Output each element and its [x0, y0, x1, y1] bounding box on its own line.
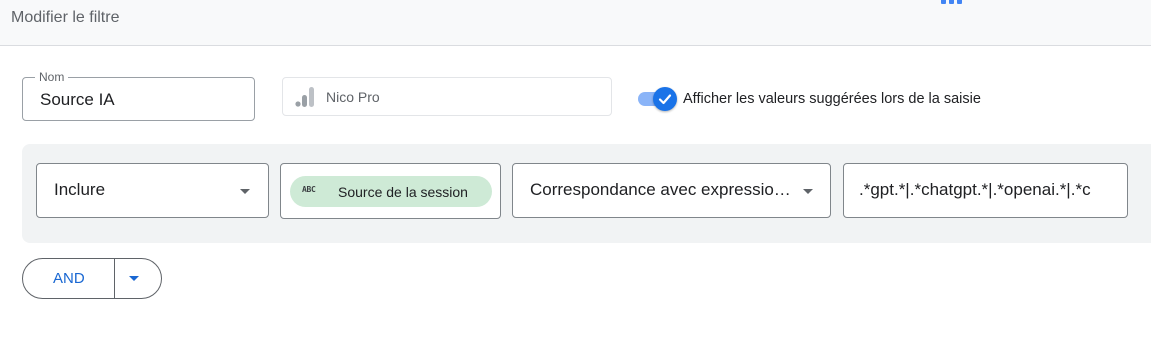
expression-input[interactable]: .*gpt.*|.*chatgpt.*|.*openai.*|.*c: [843, 163, 1128, 218]
caret-down-icon: [803, 189, 813, 194]
name-field-value[interactable]: Source IA: [40, 90, 115, 110]
suggestions-toggle[interactable]: [637, 86, 679, 112]
analytics-icon: [295, 87, 314, 107]
match-type-value: Correspondance avec expressio…: [530, 180, 791, 199]
dialog-header: Modifier le filtre: [0, 0, 1151, 46]
match-type-select[interactable]: Correspondance avec expressio…: [512, 163, 831, 218]
suggestions-toggle-label: Afficher les valeurs suggérées lors de l…: [683, 91, 981, 107]
caret-down-icon: [240, 189, 250, 194]
dimension-chip[interactable]: ABC Source de la session: [290, 176, 492, 207]
property-name: Nico Pro: [326, 89, 380, 105]
caret-down-icon[interactable]: [129, 276, 139, 281]
dimension-selector[interactable]: ABC Source de la session: [280, 163, 501, 219]
more-icon[interactable]: [941, 0, 967, 4]
name-field-label: Nom: [35, 70, 69, 84]
dimension-chip-label: Source de la session: [338, 184, 468, 200]
text-dimension-icon: ABC: [302, 185, 316, 194]
check-icon: [653, 87, 677, 111]
include-select-value: Inclure: [54, 180, 106, 199]
and-button[interactable]: AND: [22, 258, 162, 299]
property-selector: Nico Pro: [282, 77, 612, 116]
name-field[interactable]: Nom Source IA: [22, 70, 255, 121]
include-select[interactable]: Inclure: [36, 163, 269, 218]
expression-input-value[interactable]: .*gpt.*|.*chatgpt.*|.*openai.*|.*c: [859, 180, 1091, 200]
and-button-divider: [114, 259, 115, 298]
and-button-label: AND: [53, 270, 85, 287]
dialog-title: Modifier le filtre: [11, 9, 120, 26]
